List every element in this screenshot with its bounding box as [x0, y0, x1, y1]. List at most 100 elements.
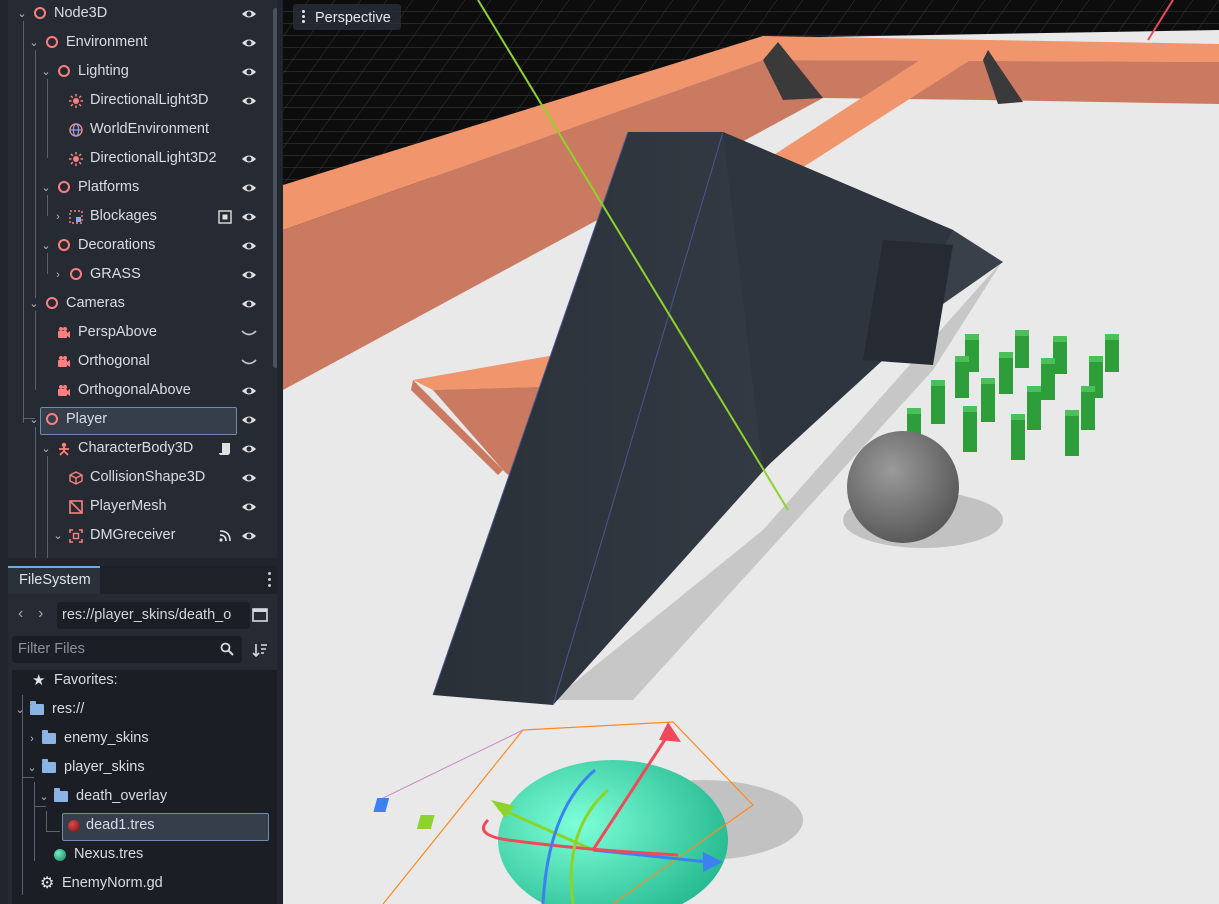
visibility-eye-icon[interactable] — [241, 8, 257, 20]
chevron-down-icon[interactable]: ⌄ — [52, 528, 64, 544]
forward-arrow-icon[interactable]: › — [38, 605, 43, 623]
folder-death-overlay[interactable]: ⌄ death_overlay — [12, 783, 277, 812]
visibility-eye-icon[interactable] — [241, 414, 257, 426]
perspective-menu-button[interactable]: Perspective — [293, 4, 401, 30]
chevron-down-icon[interactable]: ⌄ — [28, 412, 40, 428]
3d-viewport[interactable]: Perspective — [283, 0, 1219, 904]
tree-item-worldenvironment[interactable]: WorldEnvironment — [8, 116, 270, 145]
chevron-down-icon[interactable]: ⌄ — [28, 296, 40, 312]
visibility-eye-icon[interactable] — [241, 530, 257, 542]
chevron-right-icon[interactable]: › — [52, 209, 64, 225]
visibility-hidden-icon[interactable] — [241, 356, 257, 368]
visibility-eye-icon[interactable] — [241, 211, 257, 223]
signal-icon[interactable] — [218, 529, 232, 543]
visibility-eye-icon[interactable] — [241, 37, 257, 49]
tree-item-cameras[interactable]: ⌄ Cameras — [8, 290, 270, 319]
gridmap-icon — [69, 210, 83, 224]
visibility-eye-icon[interactable] — [241, 182, 257, 194]
filesystem-tree[interactable]: ★ Favorites: ⌄ res:// › enemy_skins ⌄ pl… — [12, 670, 277, 904]
tree-item-characterbody3d[interactable]: ⌄ CharacterBody3D — [8, 435, 270, 464]
chevron-down-icon[interactable]: ⌄ — [40, 441, 52, 457]
tree-item-lighting[interactable]: ⌄ Lighting — [8, 58, 270, 87]
tree-item-decorations[interactable]: ⌄ Decorations — [8, 232, 270, 261]
tree-item-label: DirectionalLight3D2 — [90, 150, 217, 166]
file-dead1[interactable]: dead1.tres — [12, 812, 277, 841]
visibility-eye-icon[interactable] — [241, 472, 257, 484]
dock-menu-icon[interactable] — [268, 572, 272, 588]
favorites-label: Favorites: — [54, 672, 118, 688]
split-view-icon[interactable] — [252, 608, 268, 622]
tree-item-environment[interactable]: ⌄ Environment — [8, 29, 270, 58]
chevron-down-icon[interactable]: ⌄ — [26, 760, 38, 776]
filter-placeholder: Filter Files — [18, 641, 85, 657]
viewport-scene[interactable] — [283, 0, 1219, 904]
node3d-icon — [34, 7, 46, 19]
node3d-icon — [46, 36, 58, 48]
file-label: dead1.tres — [86, 817, 155, 833]
chevron-down-icon[interactable]: ⌄ — [16, 6, 28, 22]
scene-tree-scrollbar[interactable] — [273, 8, 277, 368]
file-nexus[interactable]: Nexus.tres — [12, 841, 277, 870]
visibility-eye-icon[interactable] — [241, 298, 257, 310]
material-icon — [54, 849, 66, 861]
area-icon — [69, 529, 83, 543]
tree-item-directionallight3d[interactable]: DirectionalLight3D — [8, 87, 270, 116]
tree-item-blockages[interactable]: › Blockages — [8, 203, 270, 232]
tree-item-perspabove[interactable]: PerspAbove — [8, 319, 270, 348]
folder-res[interactable]: ⌄ res:// — [12, 696, 277, 725]
tree-item-collisionshape3d[interactable]: CollisionShape3D — [8, 464, 270, 493]
light-icon — [69, 94, 83, 108]
tree-item-platforms[interactable]: ⌄ Platforms — [8, 174, 270, 203]
folder-label: player_skins — [64, 759, 145, 775]
node3d-icon — [46, 297, 58, 309]
tree-item-player[interactable]: ⌄ Player — [8, 406, 270, 435]
tree-item-label: Player — [66, 411, 108, 427]
visibility-eye-icon[interactable] — [241, 95, 257, 107]
visibility-hidden-icon[interactable] — [241, 327, 257, 339]
chevron-down-icon[interactable]: ⌄ — [40, 238, 52, 254]
visibility-eye-icon[interactable] — [241, 385, 257, 397]
tree-item-node3d[interactable]: ⌄ Node3D — [8, 0, 270, 29]
tab-filesystem[interactable]: FileSystem — [8, 566, 100, 594]
script-icon[interactable] — [218, 442, 232, 456]
tree-item-directionallight3d2[interactable]: DirectionalLight3D2 — [8, 145, 270, 174]
camera-icon — [58, 385, 70, 396]
camera-icon — [58, 327, 70, 338]
visibility-eye-icon[interactable] — [241, 269, 257, 281]
tree-item-dmgreceiver[interactable]: ⌄ DMGreceiver — [8, 522, 270, 551]
chevron-down-icon[interactable]: ⌄ — [38, 789, 50, 805]
chevron-right-icon[interactable]: › — [26, 731, 38, 747]
folder-player-skins[interactable]: ⌄ player_skins — [12, 754, 277, 783]
chevron-down-icon[interactable]: ⌄ — [40, 180, 52, 196]
selectable-children-icon[interactable] — [218, 210, 232, 224]
sort-icon[interactable] — [252, 642, 268, 658]
chevron-down-icon[interactable]: ⌄ — [28, 35, 40, 51]
path-text: res://player_skins/death_o — [62, 607, 232, 623]
filter-files-input[interactable]: Filter Files — [12, 636, 242, 663]
chevron-down-icon[interactable]: ⌄ — [14, 702, 26, 718]
tree-item-orthogonal[interactable]: Orthogonal — [8, 348, 270, 377]
folder-enemy-skins[interactable]: › enemy_skins — [12, 725, 277, 754]
filesystem-panel: ‹ › res://player_skins/death_o Filter Fi… — [8, 594, 277, 904]
back-arrow-icon[interactable]: ‹ — [18, 605, 23, 623]
file-enemynorm[interactable]: ⚙ EnemyNorm.gd — [12, 870, 277, 899]
path-field[interactable]: res://player_skins/death_o — [57, 602, 250, 629]
visibility-eye-icon[interactable] — [241, 240, 257, 252]
tree-item-label: DMGreceiver — [90, 527, 176, 543]
visibility-eye-icon[interactable] — [241, 443, 257, 455]
favorites-row[interactable]: ★ Favorites: — [12, 670, 277, 696]
tree-item-label: Lighting — [78, 63, 129, 79]
tree-item-playermesh[interactable]: PlayerMesh — [8, 493, 270, 522]
character-icon — [59, 442, 69, 456]
visibility-eye-icon[interactable] — [241, 66, 257, 78]
visibility-eye-icon[interactable] — [241, 501, 257, 513]
gear-icon: ⚙ — [40, 875, 55, 892]
tree-item-label: Blockages — [90, 208, 157, 224]
tree-item-orthogonalabove[interactable]: OrthogonalAbove — [8, 377, 270, 406]
chevron-down-icon[interactable]: ⌄ — [40, 64, 52, 80]
tree-item-grass[interactable]: › GRASS — [8, 261, 270, 290]
ball — [847, 431, 959, 543]
chevron-right-icon[interactable]: › — [52, 267, 64, 283]
visibility-eye-icon[interactable] — [241, 153, 257, 165]
scene-tree[interactable]: ⌄ Node3D ⌄ Environment ⌄ Lighting Direct… — [8, 0, 277, 558]
